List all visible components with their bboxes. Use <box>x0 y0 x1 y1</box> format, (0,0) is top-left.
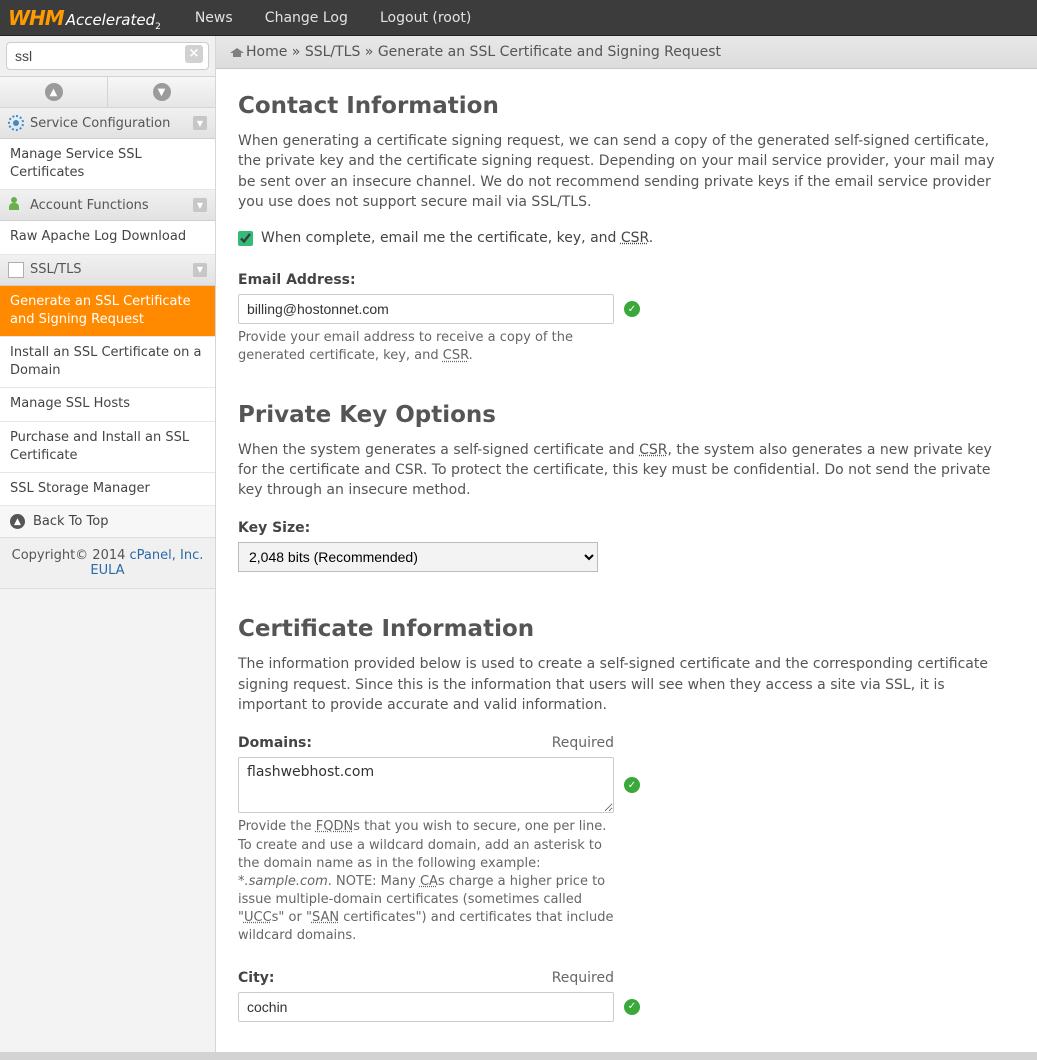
category-service-configuration[interactable]: Service Configuration ▼ <box>0 108 215 139</box>
category-label: Service Configuration <box>30 116 170 131</box>
contact-intro: When generating a certificate signing re… <box>238 131 1015 212</box>
gear-icon <box>8 115 24 131</box>
sidebar-item-purchase-install-ssl[interactable]: Purchase and Install an SSL Certificate <box>0 422 215 473</box>
nav-logout[interactable]: Logout (root) <box>380 10 471 26</box>
arrow-up-icon: ▲ <box>45 83 63 101</box>
chevron-down-icon: ▼ <box>193 198 207 212</box>
sidebar-item-generate-ssl[interactable]: Generate an SSL Certificate and Signing … <box>0 286 215 337</box>
domains-label: Domains: <box>238 735 312 751</box>
fqdn-abbr: FQDN <box>316 819 353 834</box>
arrow-down-icon: ▼ <box>153 83 171 101</box>
required-text: Required <box>552 735 614 751</box>
domains-label-row: Domains: Required <box>238 735 614 751</box>
domains-example: *.sample.com <box>238 874 328 889</box>
city-input[interactable] <box>238 992 614 1022</box>
expand-all-button[interactable]: ▼ <box>108 77 215 107</box>
domains-textarea[interactable]: flashwebhost.com <box>238 757 614 813</box>
top-bar: WHM Accelerated 2 News Change Log Logout… <box>0 0 1037 36</box>
chevron-down-icon: ▼ <box>193 116 207 130</box>
search-wrap: × <box>0 36 215 77</box>
logo-version: 2 <box>155 22 161 32</box>
domains-field-row: flashwebhost.com ✓ <box>238 757 1015 813</box>
help-text: Provide your email address to receive a … <box>238 330 573 363</box>
key-size-select[interactable]: 2,048 bits (Recommended) <box>238 542 598 572</box>
search-clear-icon[interactable]: × <box>185 45 203 63</box>
nav-news[interactable]: News <box>195 10 233 26</box>
breadcrumb-sep: » <box>360 44 377 60</box>
t: s" or " <box>272 910 312 925</box>
home-icon <box>230 45 244 57</box>
valid-check-icon: ✓ <box>624 301 640 317</box>
sidebar-item-raw-apache[interactable]: Raw Apache Log Download <box>0 221 215 254</box>
label-text: When complete, email me the certificate,… <box>261 230 621 246</box>
csr-abbr: CSR <box>443 348 469 363</box>
logo: WHM Accelerated 2 <box>8 6 161 30</box>
email-field-row: ✓ <box>238 294 1015 324</box>
email-on-complete-checkbox[interactable] <box>238 231 253 246</box>
category-label: SSL/TLS <box>30 262 82 277</box>
sidebar-item-install-ssl[interactable]: Install an SSL Certificate on a Domain <box>0 337 215 388</box>
ucc-abbr: UCC <box>244 910 272 925</box>
heading-private-key: Private Key Options <box>238 402 1015 428</box>
breadcrumb-current: Generate an SSL Certificate and Signing … <box>378 44 721 60</box>
back-to-top-label: Back To Top <box>33 514 108 529</box>
sidebar: × ▲ ▼ Service Configuration ▼ Manage Ser… <box>0 36 216 1052</box>
csr-abbr: CSR <box>639 442 667 458</box>
logo-whm: WHM <box>8 6 64 30</box>
t: Provide the <box>238 819 316 834</box>
category-ssl-tls[interactable]: SSL/TLS ▼ <box>0 255 215 286</box>
valid-check-icon: ✓ <box>624 999 640 1015</box>
city-field-row: ✓ <box>238 992 1015 1022</box>
heading-cert-info: Certificate Information <box>238 616 1015 642</box>
nav-change-log[interactable]: Change Log <box>265 10 348 26</box>
email-label: Email Address: <box>238 272 1015 288</box>
email-input[interactable] <box>238 294 614 324</box>
document-icon <box>8 262 24 278</box>
category-account-functions[interactable]: Account Functions ▼ <box>0 190 215 221</box>
csr-abbr: CSR <box>621 230 649 246</box>
required-text: Required <box>552 970 614 986</box>
link-eula[interactable]: EULA <box>90 563 124 578</box>
valid-check-icon: ✓ <box>624 777 640 793</box>
t: . NOTE: Many <box>328 874 420 889</box>
intro-pre: When the system generates a self-signed … <box>238 442 639 458</box>
copyright: Copyright© 2014 cPanel, Inc. EULA <box>0 538 215 589</box>
breadcrumb-ssltls[interactable]: SSL/TLS <box>305 44 361 60</box>
breadcrumb-home[interactable]: Home <box>246 44 287 60</box>
private-key-intro: When the system generates a self-signed … <box>238 440 1015 501</box>
chevron-down-icon: ▼ <box>193 263 207 277</box>
person-icon <box>8 197 24 213</box>
logo-accelerated: Accelerated <box>66 11 155 29</box>
sidebar-item-manage-service-ssl[interactable]: Manage Service SSL Certificates <box>0 139 215 190</box>
bottom-scrollbar[interactable] <box>0 1052 1037 1060</box>
domains-help: Provide the FQDNs that you wish to secur… <box>238 818 618 945</box>
breadcrumb: Home » SSL/TLS » Generate an SSL Certifi… <box>216 36 1037 69</box>
email-on-complete-label: When complete, email me the certificate,… <box>261 230 653 246</box>
email-help: Provide your email address to receive a … <box>238 329 618 365</box>
ca-abbr: CA <box>420 874 438 889</box>
collapse-all-button[interactable]: ▲ <box>0 77 108 107</box>
link-cpanel[interactable]: cPanel, Inc. <box>130 548 204 563</box>
main-panel: Home » SSL/TLS » Generate an SSL Certifi… <box>216 36 1037 1052</box>
sidebar-item-ssl-storage[interactable]: SSL Storage Manager <box>0 473 215 506</box>
arrow-up-icon: ▲ <box>10 514 25 529</box>
cert-info-intro: The information provided below is used t… <box>238 654 1015 715</box>
content: Contact Information When generating a ce… <box>216 69 1037 1052</box>
category-label: Account Functions <box>30 198 149 213</box>
sidebar-item-manage-ssl-hosts[interactable]: Manage SSL Hosts <box>0 388 215 421</box>
breadcrumb-sep: » <box>287 44 304 60</box>
city-label: City: <box>238 970 275 986</box>
back-to-top[interactable]: ▲ Back To Top <box>0 506 215 538</box>
copyright-text: Copyright© 2014 <box>12 548 130 563</box>
heading-contact-info: Contact Information <box>238 93 1015 119</box>
san-abbr: SAN <box>312 910 339 925</box>
top-nav: News Change Log Logout (root) <box>181 10 486 26</box>
email-on-complete-row: When complete, email me the certificate,… <box>238 230 1015 246</box>
key-size-label: Key Size: <box>238 520 1015 536</box>
city-label-row: City: Required <box>238 970 614 986</box>
collapse-row: ▲ ▼ <box>0 77 215 108</box>
search-input[interactable] <box>6 42 209 70</box>
